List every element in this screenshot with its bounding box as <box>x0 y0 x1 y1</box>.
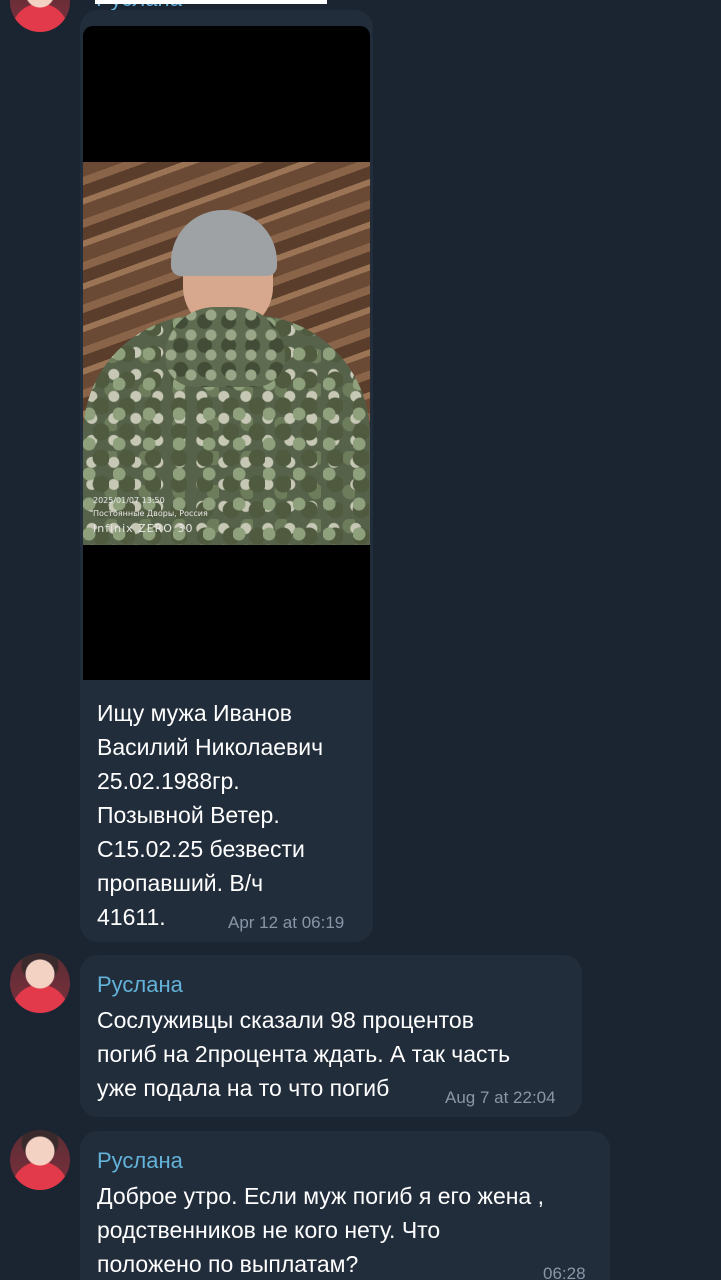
photo-collar <box>165 307 285 387</box>
scroll-indicator <box>95 0 327 4</box>
sender-avatar[interactable] <box>10 1130 70 1190</box>
message-photo[interactable]: 2025/01/07 13:50 Постоянные Дворы, Росси… <box>83 26 370 680</box>
message-bubble[interactable]: Руслана Сослуживцы сказали 98 процентов … <box>80 955 582 1117</box>
message-text: Ищу мужа Иванов Василий Николаевич 25.02… <box>97 700 324 930</box>
sender-avatar[interactable] <box>10 953 70 1013</box>
message-time: 06:28 <box>543 1264 586 1280</box>
message-time: Aug 7 at 22:04 <box>445 1088 556 1107</box>
message-sender-name[interactable]: Руслана <box>97 972 183 998</box>
photo-image: 2025/01/07 13:50 Постоянные Дворы, Росси… <box>83 162 370 545</box>
message-time: Apr 12 at 06:19 <box>228 913 345 932</box>
chat-history[interactable]: Руслана 2025/01/07 13:50 Постоянные Двор… <box>0 0 721 1280</box>
message-sender-name[interactable]: Руслана <box>97 1148 183 1174</box>
photo-hat <box>171 210 277 276</box>
photo-timestamp: 2025/01/07 13:50 <box>93 496 165 505</box>
message-bubble[interactable]: Руслана Доброе утро. Если муж погиб я ег… <box>80 1131 610 1280</box>
sender-avatar[interactable] <box>10 0 70 32</box>
photo-location: Постоянные Дворы, Россия <box>93 509 208 518</box>
message-text: Доброе утро. Если муж погиб я его жена ,… <box>97 1183 545 1277</box>
photo-device-watermark: Infinix ZERO 30 <box>93 522 194 535</box>
